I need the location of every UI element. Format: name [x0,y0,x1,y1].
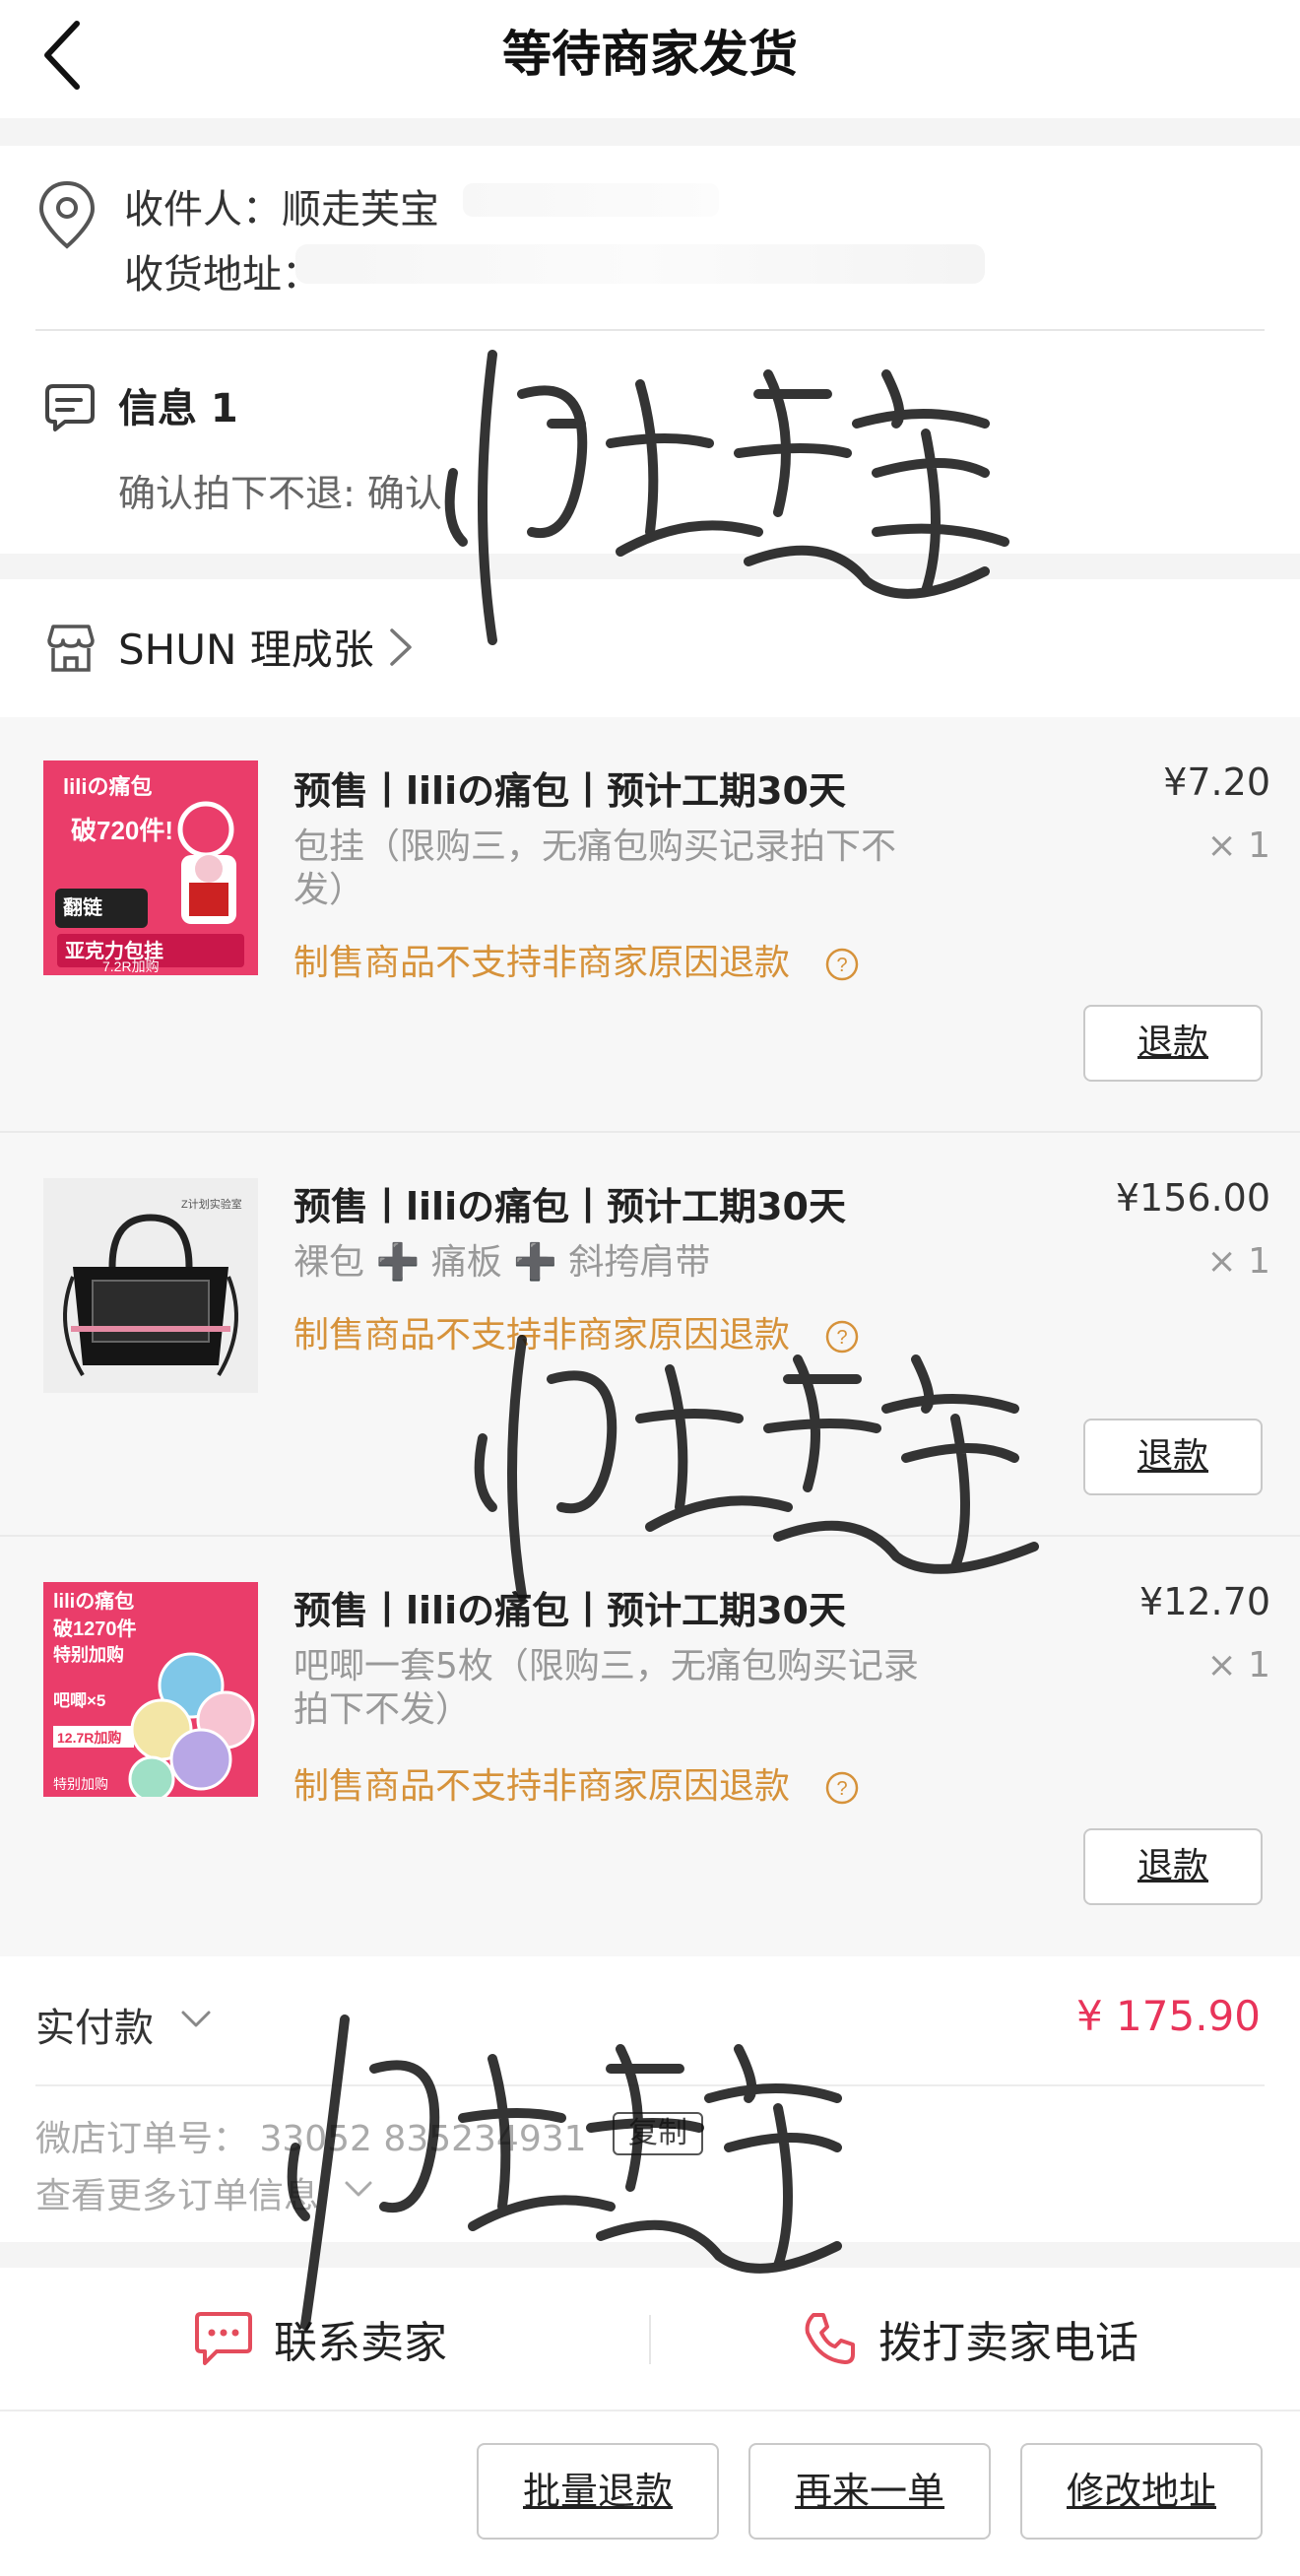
svg-text:liliの痛包: liliの痛包 [63,774,152,799]
refund-button[interactable]: 退款 [1083,1828,1263,1905]
product-image-bag: Z计划实验室 [43,1178,258,1393]
order-item[interactable]: Z计划实验室 预售丨liliの痛包丨预计工期30天 裸包 ➕ 痛板 ➕ 斜挎肩带… [0,1133,1300,1535]
address-label: 收货地址： [124,252,321,297]
payment-section: 实付款 ¥ 175.90 微店订单号： 33052 835234931 复制 查… [0,1956,1300,2242]
chevron-down-icon[interactable] [343,2179,374,2201]
shop-row[interactable]: SHUN 理成张 [0,579,1300,717]
recipient-phone-blur [463,183,719,217]
product-variant: 吧唧一套5枚（限购三，无痛包购买记录拍下不发） [293,1646,919,1730]
page-title: 等待商家发货 [502,26,798,83]
refund-policy-text: 制售商品不支持非商家原因退款 [293,1315,791,1355]
more-order-info-link[interactable]: 查看更多订单信息 [35,2167,319,2218]
message-icon [45,384,95,431]
phone-icon [805,2313,855,2364]
contact-seller-label: 联系卖家 [274,2318,447,2368]
product-price: ¥156.00 [1115,1176,1270,1220]
order-detail-page: 等待商家发货 收件人：顺走芙宝 收货地址： 信息 1 确认拍下不退: 确认 SH… [0,0,1300,2576]
info-title: 信息 1 [118,386,238,431]
divider [35,2084,1265,2086]
product-thumbnail[interactable]: liliの痛包 破720件! 翻链 亚克力包挂 7.2R加购 [43,760,258,975]
product-price: ¥12.70 [1139,1580,1270,1623]
info-text: 确认拍下不退: 确认 [118,472,442,515]
order-item[interactable]: liliの痛包 破720件! 翻链 亚克力包挂 7.2R加购 预售丨liliの痛… [0,717,1300,1131]
top-bar: 等待商家发货 [0,0,1300,118]
refund-policy: 制售商品不支持非商家原因退款 ? [293,1306,860,1357]
contact-bar: 联系卖家 拨打卖家电话 [0,2268,1300,2410]
location-pin-icon [38,180,96,249]
call-seller-button[interactable]: 拨打卖家电话 [800,2307,1138,2370]
product-price: ¥7.20 [1163,760,1270,804]
svg-text:破1270件: 破1270件 [53,1617,137,1640]
chevron-down-icon[interactable] [179,2008,213,2031]
svg-text:7.2R加购: 7.2R加购 [102,958,160,974]
refund-policy: 制售商品不支持非商家原因退款 ? [293,934,860,985]
chevron-right-icon [390,628,412,666]
svg-text:12.7R加购: 12.7R加购 [57,1730,121,1746]
product-variant: 包挂（限购三，无痛包购买记录拍下不发） [293,826,897,910]
svg-text:特别加购: 特别加购 [53,1644,124,1665]
product-title: 预售丨liliの痛包丨预计工期30天 [293,769,846,813]
product-title: 预售丨liliの痛包丨预计工期30天 [293,1589,846,1632]
product-title: 预售丨liliの痛包丨预计工期30天 [293,1185,846,1228]
order-item[interactable]: liliの痛包 破1270件 特别加购 吧唧×5 12.7R加购 特别加购 预售… [0,1537,1300,1956]
copy-order-number-button[interactable]: 复制 [613,2112,703,2155]
svg-text:liliの痛包: liliの痛包 [53,1589,134,1613]
svg-text:特别加购: 特别加购 [53,1776,108,1792]
product-thumbnail[interactable]: liliの痛包 破1270件 特别加购 吧唧×5 12.7R加购 特别加购 [43,1582,258,1797]
svg-text:?: ? [837,955,848,976]
refund-button[interactable]: 退款 [1083,1419,1263,1495]
refund-policy-text: 制售商品不支持非商家原因退款 [293,943,791,983]
refund-button[interactable]: 退款 [1083,1005,1263,1082]
svg-text:?: ? [837,1327,848,1349]
help-icon[interactable]: ? [824,1319,860,1354]
product-quantity: × 1 [1206,1241,1270,1282]
product-image-badges: liliの痛包 破1270件 特别加购 吧唧×5 12.7R加购 特别加购 [43,1582,258,1797]
order-number: 微店订单号： 33052 835234931 [35,2119,587,2159]
batch-refund-button[interactable]: 批量退款 [477,2443,719,2540]
product-image-keychain: liliの痛包 破720件! 翻链 亚克力包挂 7.2R加购 [43,760,258,975]
reorder-button[interactable]: 再来一单 [748,2443,991,2540]
refund-policy: 制售商品不支持非商家原因退款 ? [293,1757,860,1809]
paid-amount: ¥ 175.90 [1075,1992,1261,2040]
chat-bubble-icon [195,2312,252,2365]
divider [35,329,1265,331]
help-icon[interactable]: ? [824,947,860,982]
shop-name: SHUN 理成张 [118,626,374,674]
product-variant: 裸包 ➕ 痛板 ➕ 斜挎肩带 [293,1242,711,1283]
call-seller-label: 拨打卖家电话 [878,2318,1138,2368]
product-quantity: × 1 [1206,826,1270,866]
contact-seller-button[interactable]: 联系卖家 [193,2307,447,2370]
product-quantity: × 1 [1206,1645,1270,1685]
edit-address-button[interactable]: 修改地址 [1020,2443,1263,2540]
store-icon [47,625,95,672]
svg-text:吧唧×5: 吧唧×5 [53,1691,105,1710]
product-thumbnail[interactable]: Z计划实验室 [43,1178,258,1393]
svg-text:Z计划实验室: Z计划实验室 [181,1197,242,1211]
refund-policy-text: 制售商品不支持非商家原因退款 [293,1766,791,1807]
recipient-name: 收件人：顺走芙宝 [124,187,439,232]
svg-text:破720件!: 破720件! [71,816,173,845]
address-card[interactable]: 收件人：顺走芙宝 收货地址： 信息 1 确认拍下不退: 确认 [0,146,1300,554]
address-blur [295,244,985,284]
bottom-action-bar: 批量退款 再来一单 修改地址 [0,2410,1300,2576]
divider [649,2315,651,2364]
paid-amount-label[interactable]: 实付款 [35,1996,154,2053]
svg-text:翻链: 翻链 [63,895,103,919]
svg-text:?: ? [837,1778,848,1800]
help-icon[interactable]: ? [824,1770,860,1806]
